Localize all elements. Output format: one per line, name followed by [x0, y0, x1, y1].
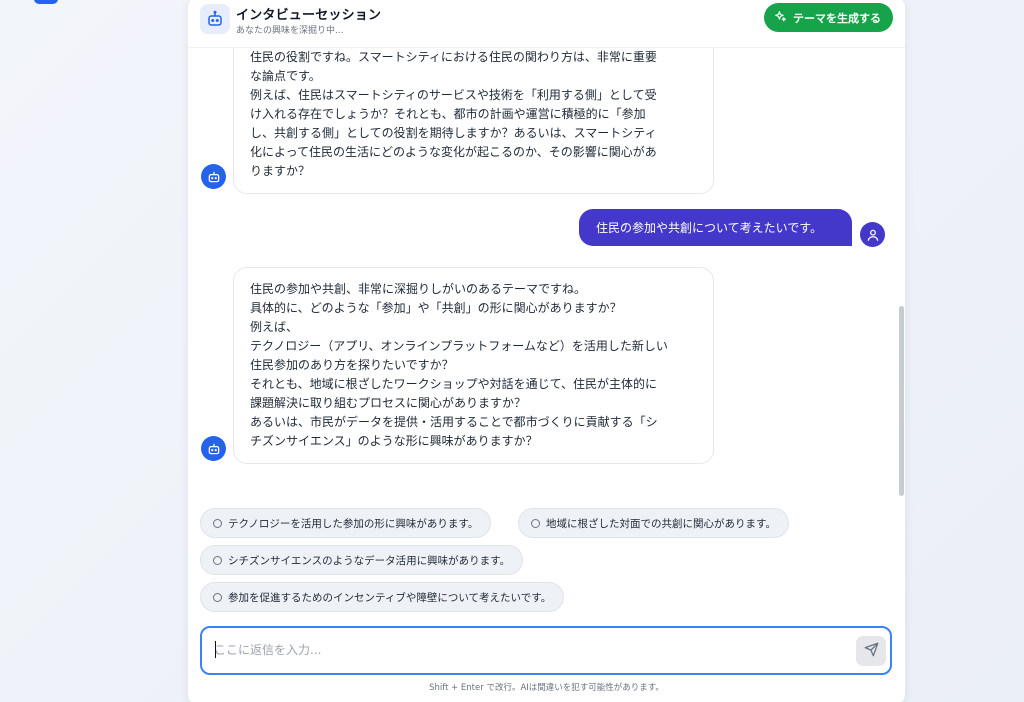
message-list[interactable]: 住民の役割ですね。スマートシティにおける住民の関わり方は、非常に重要 な論点です…: [188, 48, 905, 498]
message-line: け入れる存在でしょうか？それとも、都市の計画や運営に積極的に「参加: [250, 107, 646, 121]
send-icon: [864, 642, 879, 661]
suggestion-chip[interactable]: テクノロジーを活用した参加の形に興味があります。: [200, 508, 492, 538]
input-hint: Shift + Enter で改行。AIは間違いを犯す可能性があります。: [429, 683, 664, 693]
message-line: それとも、地域に根ざしたワークショップや対話を通じて、住民が主体的に: [250, 377, 658, 391]
message-line: 例えば、: [250, 320, 299, 334]
chat-bubble-icon: [213, 592, 222, 602]
chat-header: インタビューセッション あなたの興味を深掘り中... テーマを生成する: [188, 0, 905, 48]
chat-bubble-icon: [531, 518, 540, 528]
message-line: 住民の参加や共創、非常に深掘りしがいのあるテーマですね。: [250, 282, 587, 296]
page-subtitle: あなたの興味を深掘り中...: [236, 26, 344, 36]
text-caret: [215, 641, 216, 658]
suggestion-label: テクノロジーを活用した参加の形に興味があります。: [228, 517, 479, 530]
robot-icon: [200, 4, 230, 34]
bot-message: 住民の役割ですね。スマートシティにおける住民の関わり方は、非常に重要 な論点です…: [233, 48, 714, 194]
suggestion-label: 地域に根ざした対面での共創に関心があります。: [546, 517, 776, 530]
generate-theme-label: テーマを生成する: [793, 11, 881, 25]
suggestion-label: 参加を促進するためのインセンティブや障壁について考えたいです。: [228, 591, 552, 604]
message-line: りますか？: [250, 164, 311, 178]
suggestion-chip[interactable]: 参加を促進するためのインセンティブや障壁について考えたいです。: [200, 582, 565, 612]
message-line: 例えば、住民はスマートシティのサービスや技術を「利用する側」として受: [250, 88, 657, 102]
chat-bubble-icon: [213, 518, 222, 528]
app-corner-badge: [34, 0, 58, 4]
generate-theme-button[interactable]: テーマを生成する: [764, 3, 893, 32]
suggestion-chip[interactable]: シチズンサイエンスのようなデータ活用に興味があります。: [200, 545, 524, 575]
chat-panel: インタビューセッション あなたの興味を深掘り中... テーマを生成する 住民の役…: [188, 0, 905, 702]
sparkles-icon: [774, 10, 787, 26]
suggestion-chips: テクノロジーを活用した参加の形に興味があります。 地域に根ざした対面での共創に関…: [188, 504, 905, 622]
message-scrollbar[interactable]: [899, 306, 904, 496]
bot-avatar-icon: [201, 164, 226, 189]
suggestion-chip[interactable]: 地域に根ざした対面での共創に関心があります。: [518, 508, 789, 538]
reply-input[interactable]: [214, 638, 834, 662]
page-title: インタビューセッション: [236, 8, 382, 23]
message-line: 具体的に、どのような「参加」や「共創」の形に関心がありますか？: [250, 301, 622, 315]
message-line: 住民参加のあり方を探りたいですか？: [250, 358, 454, 372]
message-line: な論点です。: [250, 69, 321, 83]
message-line: テクノロジー（アプリ、オンラインプラットフォームなど）を活用した新しい: [250, 339, 668, 353]
message-line: し、共創する側」としての役割を期待しますか？あるいは、スマートシティ: [250, 126, 657, 140]
bot-avatar-icon: [201, 436, 226, 461]
chat-bubble-icon: [213, 555, 222, 565]
suggestion-label: シチズンサイエンスのようなデータ活用に興味があります。: [228, 554, 511, 567]
user-avatar-icon: [860, 222, 885, 247]
bot-message: 住民の参加や共創、非常に深掘りしがいのあるテーマですね。 具体的に、どのような「…: [233, 267, 714, 464]
reply-input-box: [200, 626, 892, 675]
message-line: 課題解決に取り組むプロセスに関心がありますか？: [250, 396, 527, 410]
message-line: 化によって住民の生活にどのような変化が起こるのか、その影響に関心があ: [250, 145, 657, 159]
message-line: 住民の役割ですね。スマートシティにおける住民の関わり方は、非常に重要: [250, 50, 657, 64]
user-message: 住民の参加や共創について考えたいです。: [579, 209, 852, 246]
message-line: あるいは、市民がデータを提供・活用することで都市づくりに貢献する「シ: [250, 415, 658, 429]
send-button[interactable]: [856, 636, 886, 666]
message-line: チズンサイエンス」のような形に興味がありますか？: [250, 434, 538, 448]
